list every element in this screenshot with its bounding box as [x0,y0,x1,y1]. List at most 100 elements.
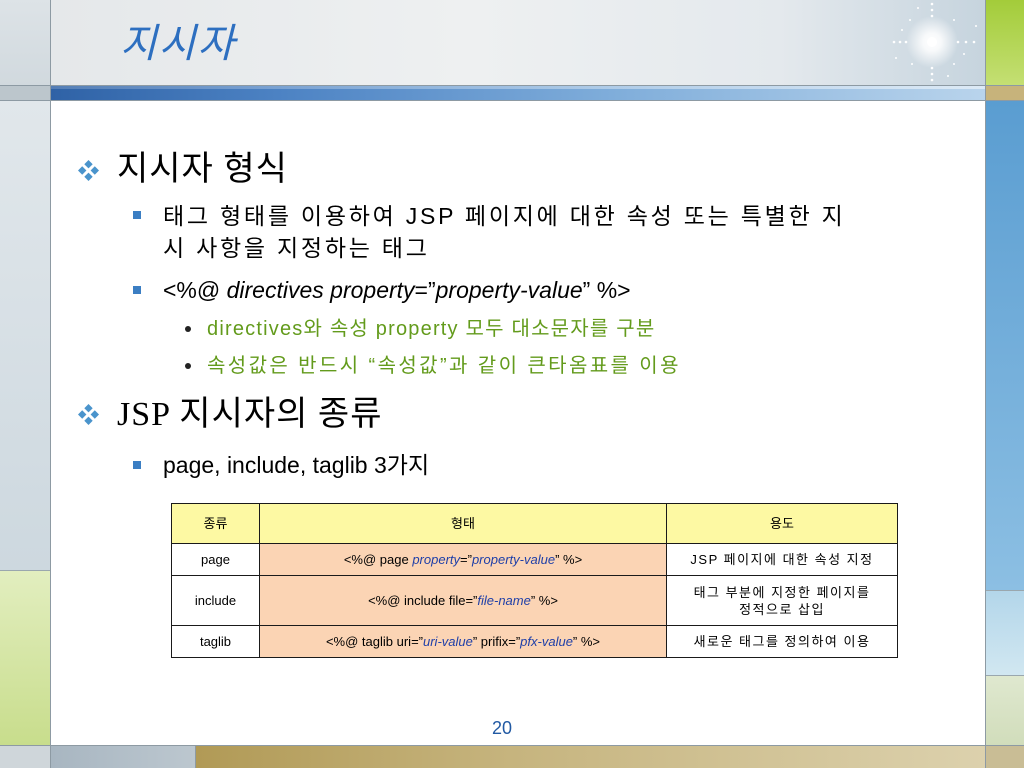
frame-divider [0,85,1024,86]
frame-divider [195,745,196,768]
table-row: include <%@ include file=”file-name” %> … [171,575,898,626]
sparkle-dot [917,7,919,9]
table-row: taglib <%@ taglib uri=”uri-value” prifix… [171,625,898,658]
footer-bar [196,746,985,768]
text-line: 태그 형태를 이용하여 JSP 페이지에 대한 속성 또는 특별한 지 [163,203,846,229]
usage-line: 새로운 태그를 정의하여 이용 [693,634,871,649]
footer-bar-left [51,746,195,768]
syntax-segment: uri-value [423,634,473,649]
table-header-row: 종류 형태 용도 [171,503,898,544]
sparkle-dot [930,72,934,76]
table-header-cell: 종류 [171,503,260,544]
sparkle-dot [911,63,913,65]
syntax-segment: <%@ include file=” [368,593,478,608]
right-frame-blue [986,101,1024,590]
text-segment: directives property [226,277,415,303]
table-cell-syntax: <%@ include file=”file-name” %> [259,575,667,626]
right-frame-light-blue [986,591,1024,675]
table-cell-usage: 태그 부분에 지정한 페이지를 정적으로 삽입 [666,575,898,626]
table-row: page <%@ page property=”property-value” … [171,543,898,576]
sparkle-dot [901,29,903,31]
table-body: 종류 형태 용도 page <%@ page property=”propert… [171,503,898,658]
sparkle-dot [904,40,908,44]
sparkle-core [927,37,937,47]
frame-divider [0,745,1024,746]
sparkle-dot [963,53,965,55]
table-cell-type: include [171,575,260,626]
table-cell-syntax: <%@ taglib uri=”uri-value” prifix=”pfx-v… [259,625,667,658]
syntax-segment: ” %> [555,552,583,567]
right-frame-tan [986,86,1024,100]
left-frame-bottom [0,746,50,768]
frame-divider [985,0,986,768]
table-header-cell: 형태 [259,503,667,544]
table-cell-syntax: <%@ page property=”property-value” %> [259,543,667,576]
frame-divider [986,675,1024,676]
right-frame-green [986,0,1024,85]
list-item: 태그 형태를 이용하여 JSP 페이지에 대한 속성 또는 특별한 지 시 사항… [163,200,846,264]
header-bar-highlight [51,86,985,89]
sparkle-dot [953,19,955,21]
text-segment: =” [414,277,436,303]
usage-line: 정적으로 삽입 [739,601,825,617]
square-bullet-icon [133,286,141,294]
diamond-bullet-icon [78,160,99,181]
text-segment: <%@ [163,277,227,303]
syntax-segment: ” %> [530,593,558,608]
table-cell-usage: JSP 페이지에 대한 속성 지정 [666,543,898,576]
table-header-cell: 용도 [666,503,898,544]
table-cell-usage: 새로운 태그를 정의하여 이용 [666,625,898,658]
sparkle-dot [953,63,955,65]
diamond-shape [78,166,87,175]
syntax-segment: =” [460,552,472,567]
frame-divider [0,570,50,571]
sparkle-dot [895,57,897,59]
square-bullet-icon [133,211,141,219]
right-frame-sage [986,676,1024,745]
syntax-segment: <%@ taglib uri=” [325,634,423,649]
syntax-segment: <%@ page [343,552,413,567]
syntax-segment: pfx-value [520,634,573,649]
syntax-segment: ” prifix=” [472,634,521,649]
table-cell-type: page [171,543,260,576]
left-frame-green [0,571,50,745]
round-bullet-icon [185,363,191,369]
frame-divider [0,100,1024,101]
text-segment: ” %> [582,277,631,303]
left-frame-top [0,0,50,85]
frame-divider [986,590,1024,591]
usage-line: 태그 부분에 지정한 페이지를 [693,584,871,600]
sparkle-dot [930,8,934,12]
sparkle-dot [972,40,976,44]
sub-list-item: directives와 속성 property 모두 대소문자를 구분 [207,318,656,340]
sub-list-item: 속성값은 반드시 “속성값”과 같이 큰타옴표를 이용 [207,355,681,377]
list-item: page, include, taglib 3가지 [163,452,430,478]
usage-line: JSP 페이지에 대한 속성 지정 [690,552,874,567]
diamond-shape [90,410,99,419]
left-frame-middle [0,101,50,570]
page-number: 20 [491,718,513,738]
syntax-segment: property-value [471,552,556,567]
sparkle-icon [892,2,977,82]
sparkle-dot [892,40,896,44]
diamond-shape [84,172,93,181]
text-line: 시 사항을 지정하는 태그 [163,235,430,261]
left-frame-bar [0,86,50,100]
diamond-shape [90,166,99,175]
section-heading: JSP 지시자의 종류 [117,396,383,433]
diamond-shape [78,410,87,419]
slide-title: 지시자 [120,22,237,66]
slide: 지시자 지시자 형식 태그 형태를 이용하여 JSP 페이지에 대한 속성 또는… [0,0,1024,768]
diamond-shape [84,416,93,425]
diamond-bullet-icon [78,404,99,425]
right-frame-bottom [986,746,1024,768]
section-heading: 지시자 형식 [117,151,288,188]
sparkle-dot [930,78,934,82]
sparkle-dot [956,40,960,44]
table-cell-type: taglib [171,625,260,658]
sparkle-dot [930,14,934,18]
frame-divider [50,0,51,768]
diamond-shape [84,160,93,169]
sparkle-dot [947,75,949,77]
syntax-segment: file-name [477,593,531,608]
